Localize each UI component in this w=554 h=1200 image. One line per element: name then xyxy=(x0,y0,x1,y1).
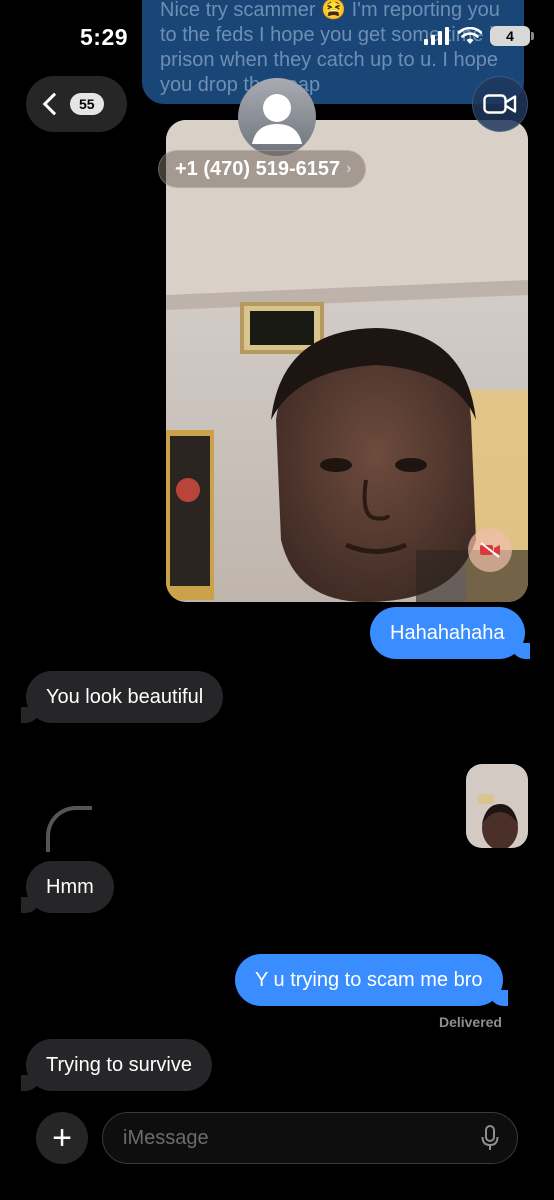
apps-plus-button[interactable]: + xyxy=(36,1112,88,1164)
message-input-container[interactable] xyxy=(102,1112,518,1164)
contact-avatar[interactable] xyxy=(238,78,316,156)
video-camera-icon xyxy=(483,94,517,114)
unread-count-badge: 55 xyxy=(70,93,104,115)
wifi-icon xyxy=(458,27,482,44)
received-photo[interactable] xyxy=(166,120,528,602)
video-off-button[interactable] xyxy=(468,528,512,572)
plus-icon: + xyxy=(52,1119,72,1157)
previous-message-text: Nice try scammer 😫 I'm reporting you to … xyxy=(160,0,505,96)
signal-icon xyxy=(424,27,449,45)
message-text: Y u trying to scam me bro xyxy=(255,968,483,991)
person-icon xyxy=(252,94,302,144)
thumbnail-image xyxy=(466,764,528,848)
message-bubble-received[interactable]: Trying to survive xyxy=(21,1039,212,1091)
typing-indicator xyxy=(46,806,92,852)
photo-image xyxy=(166,120,528,602)
status-time: 5:29 xyxy=(80,24,129,50)
contact-name: +1 (470) 519-6157 xyxy=(175,157,341,180)
message-text: Trying to survive xyxy=(46,1053,192,1076)
battery-level: 4 xyxy=(506,28,514,44)
message-bubble-received[interactable]: You look beautiful xyxy=(20,671,224,723)
message-text: You look beautiful xyxy=(46,685,204,708)
message-text: Hahahahaha xyxy=(390,621,505,644)
delivered-status: Delivered xyxy=(438,1014,502,1030)
status-icons: 4 xyxy=(424,26,534,46)
message-bubble-received[interactable]: Hmm xyxy=(21,861,114,913)
previous-sent-message[interactable]: Nice try scammer 😫 I'm reporting you to … xyxy=(142,0,524,104)
microphone-icon[interactable] xyxy=(481,1125,499,1151)
back-button[interactable]: 55 xyxy=(26,76,127,132)
contact-name-button[interactable]: +1 (470) 519-6157 › xyxy=(158,150,367,188)
battery-icon: 4 xyxy=(490,26,534,46)
message-text: Hmm xyxy=(46,875,94,898)
back-chevron-icon xyxy=(42,92,66,116)
facetime-video-button[interactable] xyxy=(472,76,528,132)
message-bubble-sent[interactable]: Hahahahaha xyxy=(370,607,530,659)
video-off-icon xyxy=(480,542,500,558)
message-input[interactable] xyxy=(123,1126,481,1150)
sent-photo-thumbnail[interactable] xyxy=(466,764,528,848)
chevron-right-icon: › xyxy=(346,160,352,177)
message-bubble-sent[interactable]: Y u trying to scam me bro xyxy=(235,954,507,1006)
